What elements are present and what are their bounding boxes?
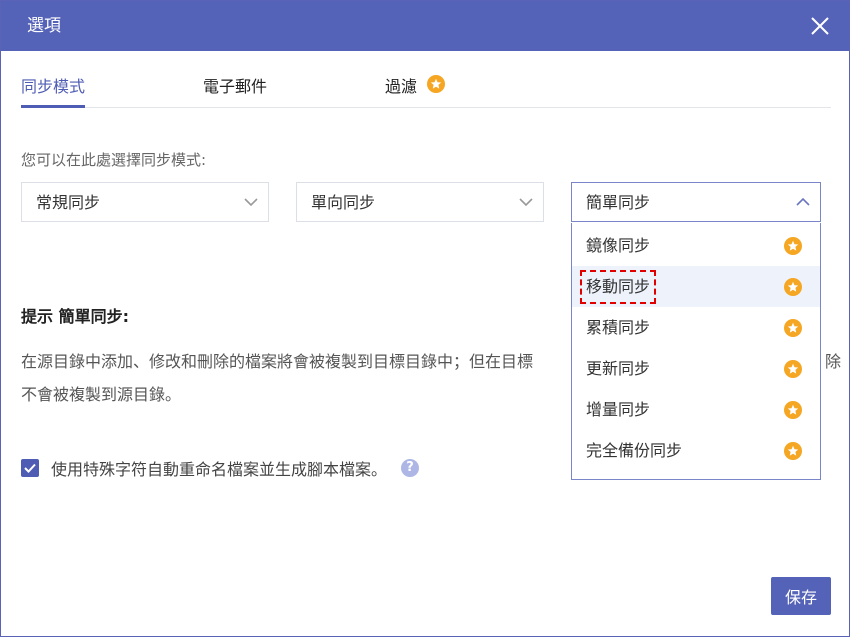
rename-option-label: 使用特殊字符自動重命名檔案並生成腳本檔案。 xyxy=(51,460,388,479)
rename-checkbox[interactable] xyxy=(21,459,39,477)
option-update-sync[interactable]: 更新同步 xyxy=(572,348,820,389)
sync-direction-select[interactable]: 單向同步 xyxy=(296,182,544,222)
sync-mode-description: 您可以在此處選擇同步模式: xyxy=(21,151,207,169)
tab-label: 同步模式 xyxy=(21,77,86,96)
option-label: 鏡像同步 xyxy=(586,236,651,255)
help-icon[interactable]: ? xyxy=(401,459,420,477)
option-full-backup-sync[interactable]: 完全備份同步 xyxy=(572,430,820,471)
option-label: 累積同步 xyxy=(586,318,651,337)
option-cumulative-sync[interactable]: 累積同步 xyxy=(572,307,820,348)
star-badge-icon xyxy=(784,237,802,255)
star-badge-icon xyxy=(427,75,446,93)
tip-line-2: 不會被複製到源目錄。 xyxy=(21,385,182,404)
options-dialog: 選項 同步模式 電子郵件 過濾 您可以在此處選擇同步模式: 常規同步 單向同步 … xyxy=(0,0,850,637)
tip-line-1-tail: 除 xyxy=(825,352,842,371)
tab-sync-mode[interactable]: 同步模式 xyxy=(21,73,86,108)
sync-mode-select[interactable]: 簡單同步 xyxy=(571,182,821,222)
tab-filter[interactable]: 過濾 xyxy=(385,73,446,105)
option-label: 增量同步 xyxy=(586,400,651,419)
option-incremental-sync[interactable]: 增量同步 xyxy=(572,389,820,430)
rename-option-row: 使用特殊字符自動重命名檔案並生成腳本檔案。 ? xyxy=(21,456,420,480)
sync-mode-dropdown: 鏡像同步 移動同步 累積同步 更新同步 增量同步 完全備份同步 xyxy=(571,223,821,480)
checkmark-icon xyxy=(24,463,36,473)
select-value: 單向同步 xyxy=(311,193,376,212)
close-icon[interactable] xyxy=(809,15,831,37)
option-mirror-sync[interactable]: 鏡像同步 xyxy=(572,225,820,266)
tab-bar: 同步模式 電子郵件 過濾 xyxy=(21,73,831,108)
title-bar: 選項 xyxy=(1,1,849,51)
star-badge-icon xyxy=(784,360,802,378)
save-button[interactable]: 保存 xyxy=(771,577,831,615)
chevron-down-icon xyxy=(519,198,533,207)
chevron-up-icon xyxy=(796,197,810,206)
select-value: 常規同步 xyxy=(36,193,101,212)
star-badge-icon xyxy=(784,319,802,337)
star-badge-icon xyxy=(784,401,802,419)
tip-body: 在源目錄中添加、修改和刪除的檔案將會被複製到目標目錄中；但在目標 不會被複製到源… xyxy=(21,345,561,411)
tab-label: 過濾 xyxy=(385,77,418,96)
sync-type-select[interactable]: 常規同步 xyxy=(21,182,269,222)
select-value: 簡單同步 xyxy=(586,193,651,212)
star-badge-icon xyxy=(784,442,802,460)
tip-title: 提示 簡單同步: xyxy=(21,307,129,326)
tip-line-1: 在源目錄中添加、修改和刪除的檔案將會被複製到目標目錄中；但在目標 xyxy=(21,352,534,371)
tab-email[interactable]: 電子郵件 xyxy=(203,73,267,105)
option-move-sync[interactable]: 移動同步 xyxy=(572,266,820,307)
chevron-down-icon xyxy=(244,198,258,207)
option-label: 更新同步 xyxy=(586,359,651,378)
star-badge-icon xyxy=(784,278,802,296)
dialog-title: 選項 xyxy=(27,16,61,36)
tab-label: 電子郵件 xyxy=(203,77,268,96)
highlighted-option-label: 移動同步 xyxy=(580,270,657,304)
option-label: 完全備份同步 xyxy=(586,441,683,460)
